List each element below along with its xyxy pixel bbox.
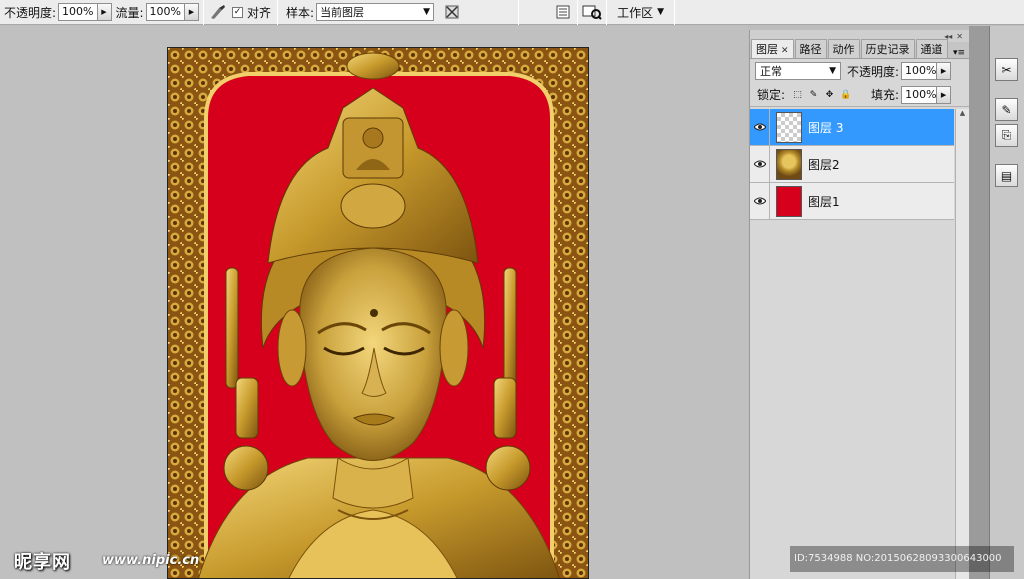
layer-name: 图层2 bbox=[808, 157, 840, 172]
workspace-menu-button[interactable]: 工作区 ▼ bbox=[611, 4, 670, 21]
toolbar-divider bbox=[277, 0, 279, 25]
fill-flyout-button[interactable]: ▶ bbox=[937, 85, 952, 104]
flow-label: 流量: bbox=[115, 5, 144, 20]
lock-position-icon[interactable]: ✥ bbox=[824, 89, 835, 100]
toolbar-divider bbox=[203, 0, 204, 25]
tab-history[interactable]: 历史记录 bbox=[860, 39, 915, 58]
layer-opacity-input[interactable]: 100% bbox=[901, 62, 938, 80]
fill-label: 填充: bbox=[871, 88, 900, 102]
layer-row-2[interactable]: 图层2 bbox=[750, 145, 954, 183]
watermark-logo: 昵享网 bbox=[14, 552, 71, 573]
align-checkbox[interactable]: ✓ bbox=[232, 6, 243, 18]
panel-tabs: 图层 ✕ 路径 动作 历史记录 通道 ▾≡ bbox=[750, 39, 969, 59]
close-icon[interactable]: ✕ bbox=[781, 46, 789, 56]
opacity-input[interactable]: 100% bbox=[58, 3, 98, 21]
palette-well-icon[interactable] bbox=[553, 3, 573, 21]
toolbar-divider bbox=[674, 0, 675, 25]
chevron-down-icon: ▼ bbox=[423, 7, 431, 17]
chevron-down-icon: ▼ bbox=[829, 66, 836, 76]
blend-mode-value: 正常 bbox=[760, 65, 782, 78]
opacity-label: 不透明度: bbox=[4, 5, 57, 20]
lock-all-icon[interactable]: 🔒 bbox=[840, 89, 851, 100]
lock-row: 锁定: ⬚ ✎ ✥ 🔒 填充: 100% ▶ bbox=[750, 83, 969, 107]
watermark-url: www.nipic.cn bbox=[102, 553, 200, 568]
layers-scrollbar[interactable]: ▲ bbox=[955, 109, 969, 579]
layer-row-3[interactable]: 图层 3 bbox=[750, 108, 954, 146]
layer-opacity-flyout-button[interactable]: ▶ bbox=[937, 62, 952, 80]
airbrush-icon[interactable] bbox=[208, 3, 228, 21]
layers-list: 图层 3 图层2 图层1 bbox=[750, 108, 954, 220]
brush-presets-icon[interactable]: ✎ bbox=[995, 98, 1018, 121]
bridge-icon[interactable] bbox=[582, 3, 602, 21]
guanyin-statue-image bbox=[168, 48, 588, 578]
lock-label: 锁定: bbox=[757, 88, 786, 102]
flow-input[interactable]: 100% bbox=[145, 3, 185, 21]
toolbar-divider bbox=[577, 0, 579, 25]
flow-flyout-button[interactable]: ▶ bbox=[185, 3, 199, 21]
toolbar-divider bbox=[518, 0, 520, 25]
close-icon[interactable]: ✕ bbox=[956, 32, 963, 41]
scroll-up-icon[interactable]: ▲ bbox=[956, 109, 969, 117]
right-dock: ✂ ✎ ⎘ ▤ bbox=[969, 26, 1024, 579]
layer-thumbnail bbox=[776, 111, 802, 143]
fill-input[interactable]: 100% bbox=[901, 85, 938, 104]
tab-channels[interactable]: 通道 bbox=[915, 39, 948, 58]
watermark-id: ID:7534988 NO:20150628093300643000 bbox=[790, 546, 1014, 572]
layer-opacity-label: 不透明度: bbox=[847, 64, 900, 79]
blend-row: 正常 ▼ 不透明度: 100% ▶ bbox=[750, 59, 969, 83]
options-bar: 不透明度: 100% ▶ 流量: 100% ▶ ✓ 对齐 样本: 当前图层 ▼ … bbox=[0, 0, 1024, 25]
workspace-label: 工作区 bbox=[617, 5, 654, 20]
opacity-flyout-button[interactable]: ▶ bbox=[97, 3, 112, 21]
tools-icon[interactable]: ✂ bbox=[995, 58, 1018, 81]
eye-icon[interactable] bbox=[750, 182, 770, 220]
document-canvas[interactable] bbox=[167, 47, 589, 579]
sample-select[interactable]: 当前图层 ▼ bbox=[316, 3, 435, 21]
layers-panel: ◂◂ ✕ 图层 ✕ 路径 动作 历史记录 通道 ▾≡ 正常 ▼ 不透明度: 100… bbox=[749, 30, 969, 579]
lock-image-icon[interactable]: ✎ bbox=[808, 89, 819, 100]
layer-name: 图层1 bbox=[808, 194, 840, 209]
chevron-down-icon: ▼ bbox=[657, 7, 664, 17]
ignore-adjustment-layers-icon[interactable] bbox=[442, 3, 462, 21]
align-label: 对齐 bbox=[247, 5, 272, 20]
panel-menu-icon[interactable]: ▾≡ bbox=[949, 48, 969, 58]
eye-icon[interactable] bbox=[750, 108, 770, 146]
tab-layers[interactable]: 图层 ✕ bbox=[751, 39, 794, 58]
layer-name: 图层 3 bbox=[808, 120, 844, 135]
lock-transparent-icon[interactable]: ⬚ bbox=[792, 89, 803, 100]
tab-actions[interactable]: 动作 bbox=[827, 39, 860, 58]
layer-thumbnail bbox=[776, 185, 802, 217]
clone-source-icon[interactable]: ⎘ bbox=[995, 124, 1018, 147]
layer-thumbnail bbox=[776, 148, 802, 180]
toolbar-divider bbox=[606, 0, 608, 25]
sample-select-value: 当前图层 bbox=[320, 6, 365, 19]
sample-label: 样本: bbox=[286, 5, 315, 20]
tab-paths[interactable]: 路径 bbox=[794, 39, 827, 58]
eye-icon[interactable] bbox=[750, 145, 770, 183]
blend-mode-select[interactable]: 正常 ▼ bbox=[755, 62, 841, 80]
layer-row-1[interactable]: 图层1 bbox=[750, 182, 954, 220]
layer-comps-icon[interactable]: ▤ bbox=[995, 164, 1018, 187]
